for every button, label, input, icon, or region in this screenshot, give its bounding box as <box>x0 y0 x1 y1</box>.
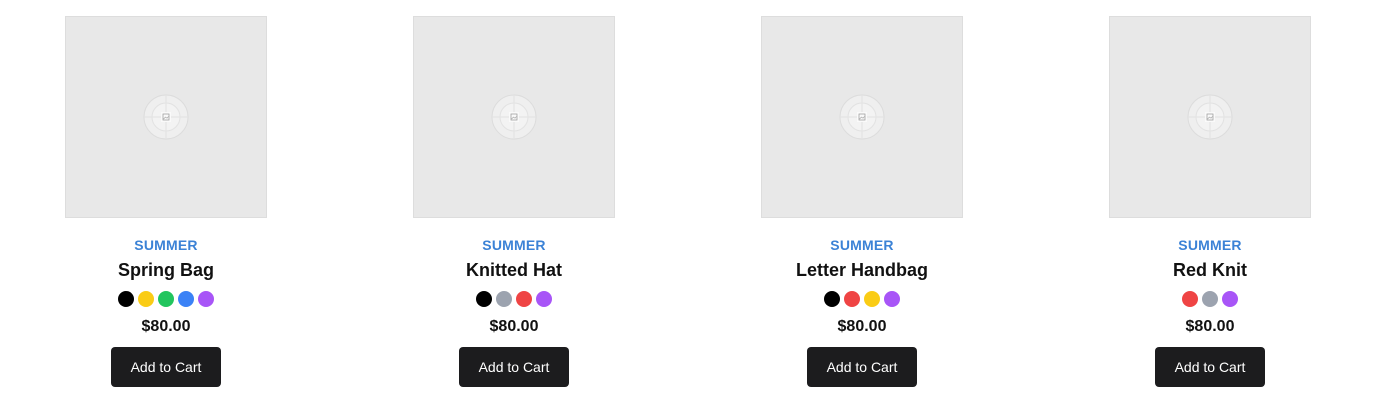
color-swatch[interactable] <box>198 291 214 307</box>
color-swatch[interactable] <box>824 291 840 307</box>
product-card: SUMMER Spring Bag $80.00 Add to Cart <box>65 16 267 387</box>
color-swatch[interactable] <box>138 291 154 307</box>
product-price: $80.00 <box>1185 318 1235 335</box>
product-category[interactable]: SUMMER <box>830 236 893 254</box>
product-image[interactable] <box>1109 16 1311 218</box>
color-swatch[interactable] <box>1222 291 1238 307</box>
add-to-cart-button[interactable]: Add to Cart <box>459 347 569 387</box>
product-image[interactable] <box>65 16 267 218</box>
product-name[interactable]: Red Knit <box>1173 259 1247 281</box>
color-swatch[interactable] <box>178 291 194 307</box>
color-swatches <box>1182 291 1238 307</box>
product-name[interactable]: Knitted Hat <box>466 259 562 281</box>
color-swatch[interactable] <box>496 291 512 307</box>
color-swatch[interactable] <box>864 291 880 307</box>
add-to-cart-button[interactable]: Add to Cart <box>807 347 917 387</box>
product-price: $80.00 <box>837 318 887 335</box>
add-to-cart-button[interactable]: Add to Cart <box>1155 347 1265 387</box>
color-swatch[interactable] <box>884 291 900 307</box>
product-category[interactable]: SUMMER <box>1178 236 1241 254</box>
color-swatches <box>476 291 552 307</box>
color-swatch[interactable] <box>1182 291 1198 307</box>
add-to-cart-button[interactable]: Add to Cart <box>111 347 221 387</box>
color-swatch[interactable] <box>118 291 134 307</box>
product-category[interactable]: SUMMER <box>134 236 197 254</box>
product-card: SUMMER Letter Handbag $80.00 Add to Cart <box>761 16 963 387</box>
color-swatch[interactable] <box>516 291 532 307</box>
color-swatch[interactable] <box>476 291 492 307</box>
color-swatch[interactable] <box>844 291 860 307</box>
color-swatch[interactable] <box>536 291 552 307</box>
product-card: SUMMER Red Knit $80.00 Add to Cart <box>1109 16 1311 387</box>
product-grid: SUMMER Spring Bag $80.00 Add to Cart SUM… <box>0 0 1376 402</box>
product-card: SUMMER Knitted Hat $80.00 Add to Cart <box>413 16 615 387</box>
product-name[interactable]: Spring Bag <box>118 259 214 281</box>
color-swatches <box>118 291 214 307</box>
product-price: $80.00 <box>141 318 191 335</box>
product-name[interactable]: Letter Handbag <box>796 259 928 281</box>
image-placeholder-icon <box>1187 94 1233 140</box>
product-category[interactable]: SUMMER <box>482 236 545 254</box>
product-image[interactable] <box>413 16 615 218</box>
color-swatch[interactable] <box>158 291 174 307</box>
image-placeholder-icon <box>143 94 189 140</box>
color-swatch[interactable] <box>1202 291 1218 307</box>
product-price: $80.00 <box>489 318 539 335</box>
image-placeholder-icon <box>491 94 537 140</box>
color-swatches <box>824 291 900 307</box>
image-placeholder-icon <box>839 94 885 140</box>
product-image[interactable] <box>761 16 963 218</box>
